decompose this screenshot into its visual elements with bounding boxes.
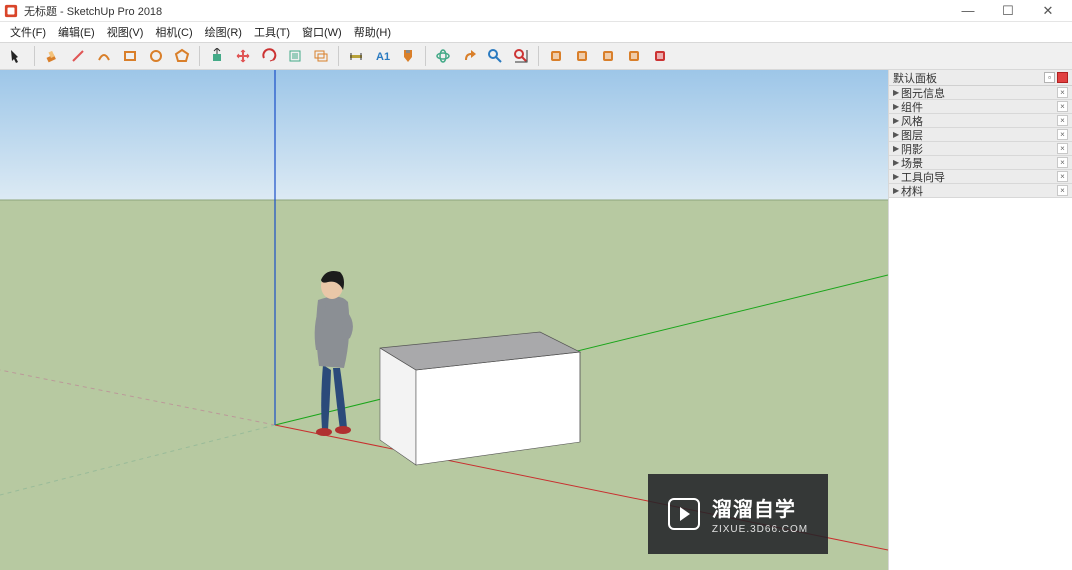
tape-icon[interactable] <box>345 45 367 67</box>
offset-icon[interactable] <box>310 45 332 67</box>
branding-card: 溜溜自学 ZIXUE.3D66.COM <box>648 474 828 554</box>
eraser-icon[interactable] <box>41 45 63 67</box>
maximize-button[interactable]: ☐ <box>988 0 1028 22</box>
viewport[interactable]: 秒d o ng 视频 溜溜自学 ZIXUE.3D66.COM <box>0 70 888 570</box>
move-icon[interactable] <box>232 45 254 67</box>
scale-icon[interactable] <box>284 45 306 67</box>
text-icon[interactable]: A1 <box>371 45 393 67</box>
expand-icon: ▶ <box>893 186 901 195</box>
tray-pin-icon[interactable]: ▫ <box>1044 72 1055 83</box>
tray-item-close-icon[interactable]: × <box>1057 115 1068 126</box>
menu-window[interactable]: 窗口(W) <box>296 22 348 42</box>
app-icon <box>4 4 18 18</box>
expand-icon: ▶ <box>893 88 901 97</box>
menu-help[interactable]: 帮助(H) <box>348 22 397 42</box>
paint-icon[interactable] <box>397 45 419 67</box>
svg-text:A1: A1 <box>376 51 390 63</box>
title-bar: 无标题 - SketchUp Pro 2018 — ☐ ✕ <box>0 0 1072 22</box>
tray-item-7[interactable]: ▶材料 × <box>889 184 1072 198</box>
arc-icon[interactable] <box>93 45 115 67</box>
zoom-icon[interactable] <box>484 45 506 67</box>
workspace: 秒d o ng 视频 溜溜自学 ZIXUE.3D66.COM 默认面板 ▫ <box>0 70 1072 570</box>
expand-icon: ▶ <box>893 130 901 139</box>
pushpull-icon[interactable] <box>206 45 228 67</box>
expand-icon: ▶ <box>893 102 901 111</box>
tray-item-label: 材料 <box>901 183 923 199</box>
window-title: 无标题 - SketchUp Pro 2018 <box>24 3 162 19</box>
tray-item-close-icon[interactable]: × <box>1057 171 1068 182</box>
branding-subtitle: ZIXUE.3D66.COM <box>712 524 808 535</box>
tray-item-close-icon[interactable]: × <box>1057 185 1068 196</box>
tray-item-close-icon[interactable]: × <box>1057 157 1068 168</box>
tray-close-icon[interactable] <box>1057 72 1068 83</box>
orbit-icon[interactable] <box>432 45 454 67</box>
menu-file[interactable]: 文件(F) <box>4 22 52 42</box>
minimize-button[interactable]: — <box>948 0 988 22</box>
polygon-icon[interactable] <box>171 45 193 67</box>
menu-camera[interactable]: 相机(C) <box>149 22 198 42</box>
rotate-icon[interactable] <box>258 45 280 67</box>
menu-view[interactable]: 视图(V) <box>101 22 150 42</box>
select-icon[interactable] <box>6 45 28 67</box>
component3-icon[interactable] <box>597 45 619 67</box>
tray-body <box>889 198 1072 570</box>
play-icon <box>668 498 700 530</box>
tray-item-close-icon[interactable]: × <box>1057 143 1068 154</box>
tray-title: 默认面板 <box>893 70 937 86</box>
zoom-extents-icon[interactable] <box>510 45 532 67</box>
circle-icon[interactable] <box>145 45 167 67</box>
component4-icon[interactable] <box>623 45 645 67</box>
expand-icon: ▶ <box>893 116 901 125</box>
tray-item-close-icon[interactable]: × <box>1057 129 1068 140</box>
close-button[interactable]: ✕ <box>1028 0 1068 22</box>
menu-tools[interactable]: 工具(T) <box>248 22 296 42</box>
expand-icon: ▶ <box>893 144 901 153</box>
branding-title: 溜溜自学 <box>712 493 808 522</box>
line-icon[interactable] <box>67 45 89 67</box>
pan-icon[interactable] <box>458 45 480 67</box>
component1-icon[interactable] <box>545 45 567 67</box>
toolbar: A1 <box>0 42 1072 70</box>
tray-item-close-icon[interactable]: × <box>1057 87 1068 98</box>
menu-edit[interactable]: 编辑(E) <box>52 22 101 42</box>
rectangle-icon[interactable] <box>119 45 141 67</box>
expand-icon: ▶ <box>893 158 901 167</box>
menu-bar: 文件(F) 编辑(E) 视图(V) 相机(C) 绘图(R) 工具(T) 窗口(W… <box>0 22 1072 42</box>
component2-icon[interactable] <box>571 45 593 67</box>
tray-item-close-icon[interactable]: × <box>1057 101 1068 112</box>
warehouse-icon[interactable] <box>649 45 671 67</box>
expand-icon: ▶ <box>893 172 901 181</box>
default-tray: 默认面板 ▫ ▶图元信息×▶组件×▶风格×▶图层×▶阴影×▶场景×▶工具向导×▶… <box>888 70 1072 570</box>
menu-draw[interactable]: 绘图(R) <box>199 22 248 42</box>
